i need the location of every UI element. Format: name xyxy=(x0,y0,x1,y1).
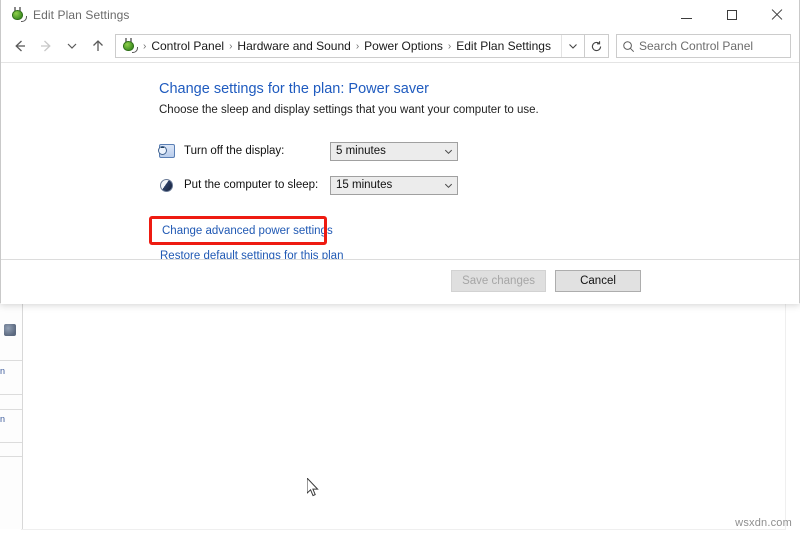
background-window-divider xyxy=(0,456,22,457)
background-window-divider xyxy=(0,409,22,410)
breadcrumb-item-edit-plan-settings[interactable]: Edit Plan Settings xyxy=(453,38,554,54)
background-window-icon xyxy=(4,324,16,336)
chevron-down-icon xyxy=(67,43,77,49)
refresh-icon xyxy=(591,40,602,51)
desktop-background: n n Edit Plan Settings › Control Panel ›… xyxy=(0,0,800,533)
close-button[interactable] xyxy=(754,0,799,29)
setting-label-display: Turn off the display: xyxy=(184,145,285,157)
window-title: Edit Plan Settings xyxy=(33,7,130,22)
background-window-divider xyxy=(0,394,22,395)
change-advanced-power-settings-link[interactable]: Change advanced power settings xyxy=(162,225,333,237)
up-button[interactable] xyxy=(85,33,111,59)
breadcrumb-separator: › xyxy=(143,40,147,52)
page-title: Change settings for the plan: Power save… xyxy=(159,81,430,97)
minimize-button[interactable] xyxy=(664,0,709,29)
background-window-divider xyxy=(0,442,22,443)
power-plug-icon xyxy=(121,38,138,54)
command-area: Save changes Cancel xyxy=(1,259,799,304)
page-subtitle: Choose the sleep and display settings th… xyxy=(159,104,539,116)
sleep-timeout-value: 15 minutes xyxy=(336,179,393,191)
breadcrumb-separator: › xyxy=(447,40,452,52)
watermark: wsxdn.com xyxy=(735,517,792,529)
background-window-text: n xyxy=(0,366,6,376)
title-bar[interactable]: Edit Plan Settings xyxy=(1,0,799,30)
chevron-down-icon xyxy=(439,146,457,157)
minimize-icon xyxy=(681,18,692,19)
breadcrumb-item-hardware-and-sound[interactable]: Hardware and Sound xyxy=(234,38,353,54)
forward-arrow-icon xyxy=(41,40,51,52)
background-window-page xyxy=(22,303,785,529)
display-timeout-dropdown[interactable]: 5 minutes xyxy=(330,141,458,161)
breadcrumb[interactable]: › Control Panel › Hardware and Sound › P… xyxy=(115,34,585,58)
recent-locations-button[interactable] xyxy=(59,33,85,59)
chevron-down-icon xyxy=(569,44,577,49)
cancel-button[interactable]: Cancel xyxy=(555,270,641,292)
refresh-button[interactable] xyxy=(585,34,609,58)
breadcrumb-item-control-panel[interactable]: Control Panel xyxy=(148,38,227,54)
window-controls xyxy=(664,0,799,29)
setting-label-sleep: Put the computer to sleep: xyxy=(184,179,319,191)
breadcrumb-item-power-options[interactable]: Power Options xyxy=(361,38,446,54)
background-window-divider xyxy=(0,360,22,361)
setting-row-sleep: Put the computer to sleep: 15 minutes xyxy=(159,175,458,195)
search-input[interactable]: Search Control Panel xyxy=(639,39,753,53)
search-box[interactable]: Search Control Panel xyxy=(616,34,791,58)
footer-buttons: Save changes Cancel xyxy=(451,270,641,292)
back-button[interactable] xyxy=(7,33,33,59)
close-icon xyxy=(771,9,783,21)
forward-button[interactable] xyxy=(33,33,59,59)
background-window-text: n xyxy=(0,414,6,424)
sleep-timeout-dropdown[interactable]: 15 minutes xyxy=(330,175,458,195)
sleep-sphere-icon xyxy=(159,177,176,194)
address-bar: › Control Panel › Hardware and Sound › P… xyxy=(1,30,799,62)
background-window-strip: n n xyxy=(0,296,23,529)
setting-row-display: Turn off the display: 5 minutes xyxy=(158,141,458,161)
chevron-down-icon xyxy=(439,180,457,191)
up-arrow-icon xyxy=(93,40,103,51)
maximize-button[interactable] xyxy=(709,0,754,29)
display-timeout-value: 5 minutes xyxy=(336,145,386,157)
search-icon xyxy=(617,40,639,53)
back-arrow-icon xyxy=(15,40,25,52)
breadcrumb-separator: › xyxy=(355,40,360,52)
power-plug-icon xyxy=(10,6,27,23)
breadcrumb-separator: › xyxy=(229,40,233,52)
breadcrumb-items: › Control Panel › Hardware and Sound › P… xyxy=(141,38,561,54)
content-area: Change settings for the plan: Power save… xyxy=(1,63,799,262)
breadcrumb-dropdown-button[interactable] xyxy=(561,35,584,57)
maximize-icon xyxy=(726,9,737,20)
display-clock-icon xyxy=(158,143,176,160)
control-panel-window: Edit Plan Settings › Control Panel › Har… xyxy=(0,0,800,304)
save-changes-button[interactable]: Save changes xyxy=(451,270,546,292)
